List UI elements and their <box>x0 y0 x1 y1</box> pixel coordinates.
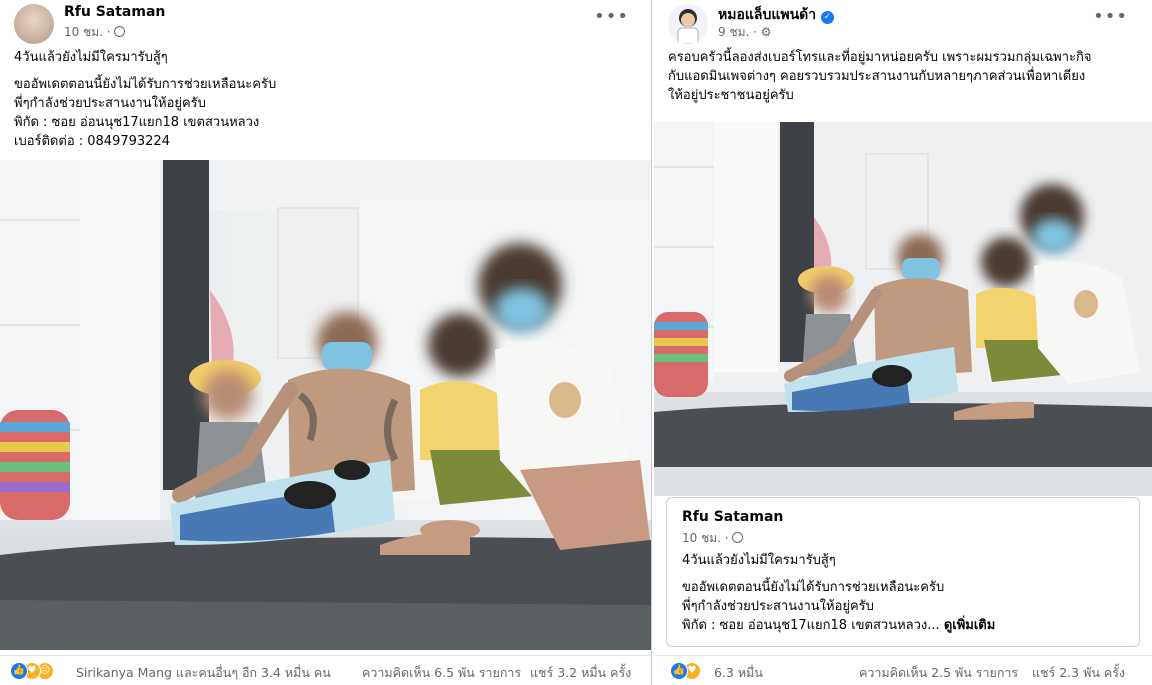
shares-count[interactable]: แชร์ 2.3 พัน ครั้ง <box>1032 663 1125 683</box>
comments-count[interactable]: ความคิดเห็น 2.5 พัน รายการ <box>859 663 1018 683</box>
post-line-last-text: พิกัด : ซอย อ่อนนุช17แยก18 เขตสวนหลวง... <box>682 618 940 633</box>
shared-post-photo[interactable] <box>654 122 1152 496</box>
reactions-count[interactable]: 6.3 หมื่น <box>714 663 763 683</box>
globe-icon <box>114 26 126 37</box>
author-avatar[interactable] <box>668 4 708 44</box>
post-line: พิกัด : ซอย อ่อนนุช17แยก18 เขตสวนหลวง <box>14 115 260 130</box>
post-line: ครอบครัวนี้ลองส่งเบอร์โทรและที่อยู่มาหน่… <box>668 50 1092 65</box>
post-line: 4วันแล้วยังไม่มีใครมารับสู้ๆ <box>14 50 168 65</box>
shared-post-card[interactable]: Rfu Sataman 10 ชม. · 4วันแล้วยังไม่มีใคร… <box>666 497 1140 647</box>
like-icon: 👍 <box>670 662 688 680</box>
post-line: พี่ๆกำลังช่วยประสานงานให้อยู่ครับ <box>14 96 206 111</box>
panda-avatar-icon <box>677 9 699 44</box>
post-time[interactable]: 9 ชม. · ⚙ <box>718 23 772 42</box>
post-line-last: พิกัด : ซอย อ่อนนุช17แยก18 เขตสวนหลวง...… <box>682 616 995 635</box>
author-name-text: หมอแล็บแพนด้า <box>718 7 817 23</box>
post-line: ให้อยู่ประชาชนอยู่ครับ <box>668 88 794 103</box>
see-more-link[interactable]: ดูเพิ่มเติม <box>944 618 995 633</box>
post-line: พี่ๆกำลังช่วยประสานงานให้อยู่ครับ <box>682 599 874 614</box>
post-body: 4วันแล้วยังไม่มีใครมารับสู้ๆ ขออัพเดตตอน… <box>14 48 276 151</box>
like-icon: 👍 <box>10 662 28 680</box>
reactions-summary[interactable]: Sirikanya Mang และคนอื่นๆ อีก 3.4 หมื่น … <box>76 663 331 683</box>
post-line: ขออัพเดตตอนนี้ยังไม่ได้รับการช่วยเหลือนะ… <box>14 77 277 92</box>
author-avatar[interactable] <box>14 4 54 44</box>
right-post-header: หมอแล็บแพนด้า ✓ 9 ชม. · ⚙ ••• <box>654 0 1152 44</box>
author-name[interactable]: Rfu Sataman <box>64 4 165 20</box>
post-stats-bar: 👍 ♥ ☹ Sirikanya Mang และคนอื่นๆ อีก 3.4 … <box>0 655 651 685</box>
post-photo[interactable] <box>0 160 651 650</box>
globe-icon <box>732 532 744 543</box>
post-line: ขออัพเดตตอนนี้ยังไม่ได้รับการช่วยเหลือนะ… <box>682 580 945 595</box>
left-post-header: Rfu Sataman 10 ชม. · ••• <box>0 0 651 44</box>
shared-post-time[interactable]: 10 ชม. · <box>682 529 744 548</box>
reaction-icons[interactable]: 👍 ♥ ☹ <box>10 662 58 680</box>
reaction-icons[interactable]: 👍 ♥ <box>670 662 718 680</box>
right-post: หมอแล็บแพนด้า ✓ 9 ชม. · ⚙ ••• ครอบครัวนี… <box>654 0 1152 685</box>
shared-author-name[interactable]: Rfu Sataman <box>682 509 783 525</box>
post-line: เบอร์ติดต่อ : 0849793224 <box>14 134 170 149</box>
left-post: Rfu Sataman 10 ชม. · ••• 4วันแล้วยังไม่ม… <box>0 0 652 685</box>
post-body: ครอบครัวนี้ลองส่งเบอร์โทรและที่อยู่มาหน่… <box>668 48 1092 105</box>
post-stats-bar: 👍 ♥ 6.3 หมื่น ความคิดเห็น 2.5 พัน รายการ… <box>654 655 1152 685</box>
verified-badge-icon: ✓ <box>821 11 835 24</box>
shared-post-body: 4วันแล้วยังไม่มีใครมารับสู้ๆ ขออัพเดตตอน… <box>682 551 995 635</box>
shared-post-time-text: 10 ชม. · <box>682 531 729 545</box>
settings-icon: ⚙ <box>760 25 772 39</box>
more-options-icon[interactable]: ••• <box>1093 6 1128 27</box>
post-time-text: 10 ชม. · <box>64 25 111 39</box>
post-line: กับแอดมินเพจต่างๆ คอยรวบรวมประสานงานกับห… <box>668 69 1086 84</box>
post-time-text: 9 ชม. · <box>718 25 757 39</box>
shares-count[interactable]: แชร์ 3.2 หมื่น ครั้ง <box>530 663 631 683</box>
family-photo-image <box>0 160 651 650</box>
comments-count[interactable]: ความคิดเห็น 6.5 พัน รายการ <box>362 663 521 683</box>
family-photo-image <box>654 122 1152 496</box>
post-line: 4วันแล้วยังไม่มีใครมารับสู้ๆ <box>682 553 836 568</box>
more-options-icon[interactable]: ••• <box>594 6 629 27</box>
post-time[interactable]: 10 ชม. · <box>64 23 126 42</box>
